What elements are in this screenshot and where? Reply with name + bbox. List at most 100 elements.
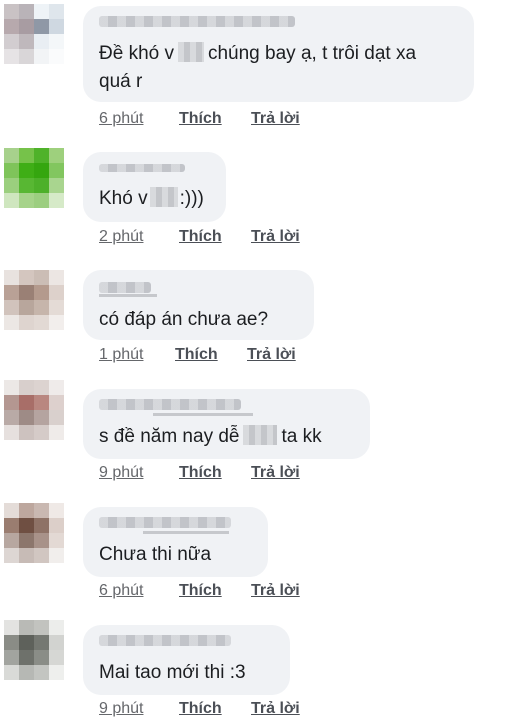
avatar-pixel [49,380,64,395]
avatar-pixel [4,650,19,665]
avatar-pixel [19,193,34,208]
avatar-pixel [4,665,19,680]
avatar-pixel [4,548,19,563]
avatar[interactable] [4,148,64,208]
avatar-pixel [34,163,49,178]
avatar-pixel [4,193,19,208]
avatar-pixel [49,193,64,208]
comment-text-part: Khó v [99,188,148,209]
comment-bubble: Khó v:))) [83,152,226,222]
avatar-pixel [49,315,64,330]
avatar-pixel [34,518,49,533]
avatar-pixel [19,620,34,635]
timestamp-link[interactable]: 9 phút [99,463,179,483]
avatar-pixel [49,395,64,410]
like-button[interactable]: Thích [179,581,251,601]
avatar-pixel [4,19,19,34]
like-button[interactable]: Thích [179,699,251,719]
reply-button[interactable]: Trả lời [251,227,300,247]
avatar-pixel [49,270,64,285]
reply-button[interactable]: Trả lời [251,109,300,129]
like-button[interactable]: Thích [179,463,251,483]
reply-button[interactable]: Trả lời [251,699,300,719]
avatar[interactable] [4,380,64,440]
comment-text-line-2: quá r [99,71,143,92]
avatar-pixel [49,425,64,440]
avatar-pixel [49,635,64,650]
avatar-pixel [19,178,34,193]
avatar-pixel [34,503,49,518]
avatar[interactable] [4,270,64,330]
avatar-pixel [49,620,64,635]
author-name-blurred[interactable] [99,164,185,172]
author-name-blurred[interactable] [99,399,241,410]
author-name-blurred [99,294,157,297]
comment-actions: 1 phút Thích Trả lời [99,345,296,365]
like-button[interactable]: Thích [175,345,247,365]
avatar-pixel [19,163,34,178]
avatar-pixel [19,425,34,440]
avatar-pixel [19,4,34,19]
author-name-blurred[interactable] [99,635,231,646]
avatar-pixel [49,4,64,19]
avatar-pixel [49,410,64,425]
avatar-pixel [19,19,34,34]
avatar-pixel [4,380,19,395]
avatar-pixel [34,4,49,19]
avatar-pixel [19,533,34,548]
avatar-pixel [4,300,19,315]
avatar-pixel [49,300,64,315]
like-button[interactable]: Thích [179,109,251,129]
avatar-pixel [34,300,49,315]
avatar-pixel [34,533,49,548]
avatar-pixel [19,270,34,285]
avatar-pixel [4,4,19,19]
avatar-pixel [49,148,64,163]
comment-bubble: s đề năm nay dễ ta kk [83,389,370,459]
avatar-pixel [34,395,49,410]
comment-text-part: chúng bay ạ, t trôi dạt xa [207,43,417,64]
avatar-pixel [4,395,19,410]
avatar-pixel [34,19,49,34]
avatar-pixel [19,49,34,64]
avatar-pixel [34,193,49,208]
reply-button[interactable]: Trả lời [251,463,300,483]
timestamp-link[interactable]: 1 phút [99,345,175,365]
avatar-pixel [34,548,49,563]
avatar[interactable] [4,4,64,64]
avatar-pixel [19,380,34,395]
comment-bubble: có đáp án chưa ae? [83,270,314,340]
avatar-pixel [49,178,64,193]
reply-button[interactable]: Trả lời [247,345,296,365]
avatar-pixel [49,518,64,533]
author-name-blurred [143,531,229,534]
comment-text-part: Đề khó v [99,43,174,64]
avatar-pixel [4,620,19,635]
avatar-pixel [19,148,34,163]
timestamp-link[interactable]: 2 phút [99,227,179,247]
censored-word [243,425,278,445]
avatar-pixel [34,34,49,49]
avatar-pixel [49,285,64,300]
avatar-pixel [4,178,19,193]
avatar-pixel [34,665,49,680]
avatar[interactable] [4,620,64,680]
avatar-pixel [49,19,64,34]
avatar[interactable] [4,503,64,563]
author-name-blurred[interactable] [99,517,231,528]
avatar-pixel [4,34,19,49]
reply-button[interactable]: Trả lời [251,581,300,601]
avatar-pixel [49,650,64,665]
comment-text-line-1: s đề năm nay dễ ta kk [99,423,322,450]
like-button[interactable]: Thích [179,227,251,247]
timestamp-link[interactable]: 6 phút [99,581,179,601]
avatar-pixel [49,548,64,563]
avatar-pixel [4,635,19,650]
author-name-blurred [153,413,253,416]
comment-text-line-1: Mai tao mới thi :3 [99,662,246,683]
author-name-blurred[interactable] [99,16,295,27]
author-name-blurred[interactable] [99,282,151,293]
avatar-pixel [4,163,19,178]
timestamp-link[interactable]: 6 phút [99,109,179,129]
timestamp-link[interactable]: 9 phút [99,699,179,719]
